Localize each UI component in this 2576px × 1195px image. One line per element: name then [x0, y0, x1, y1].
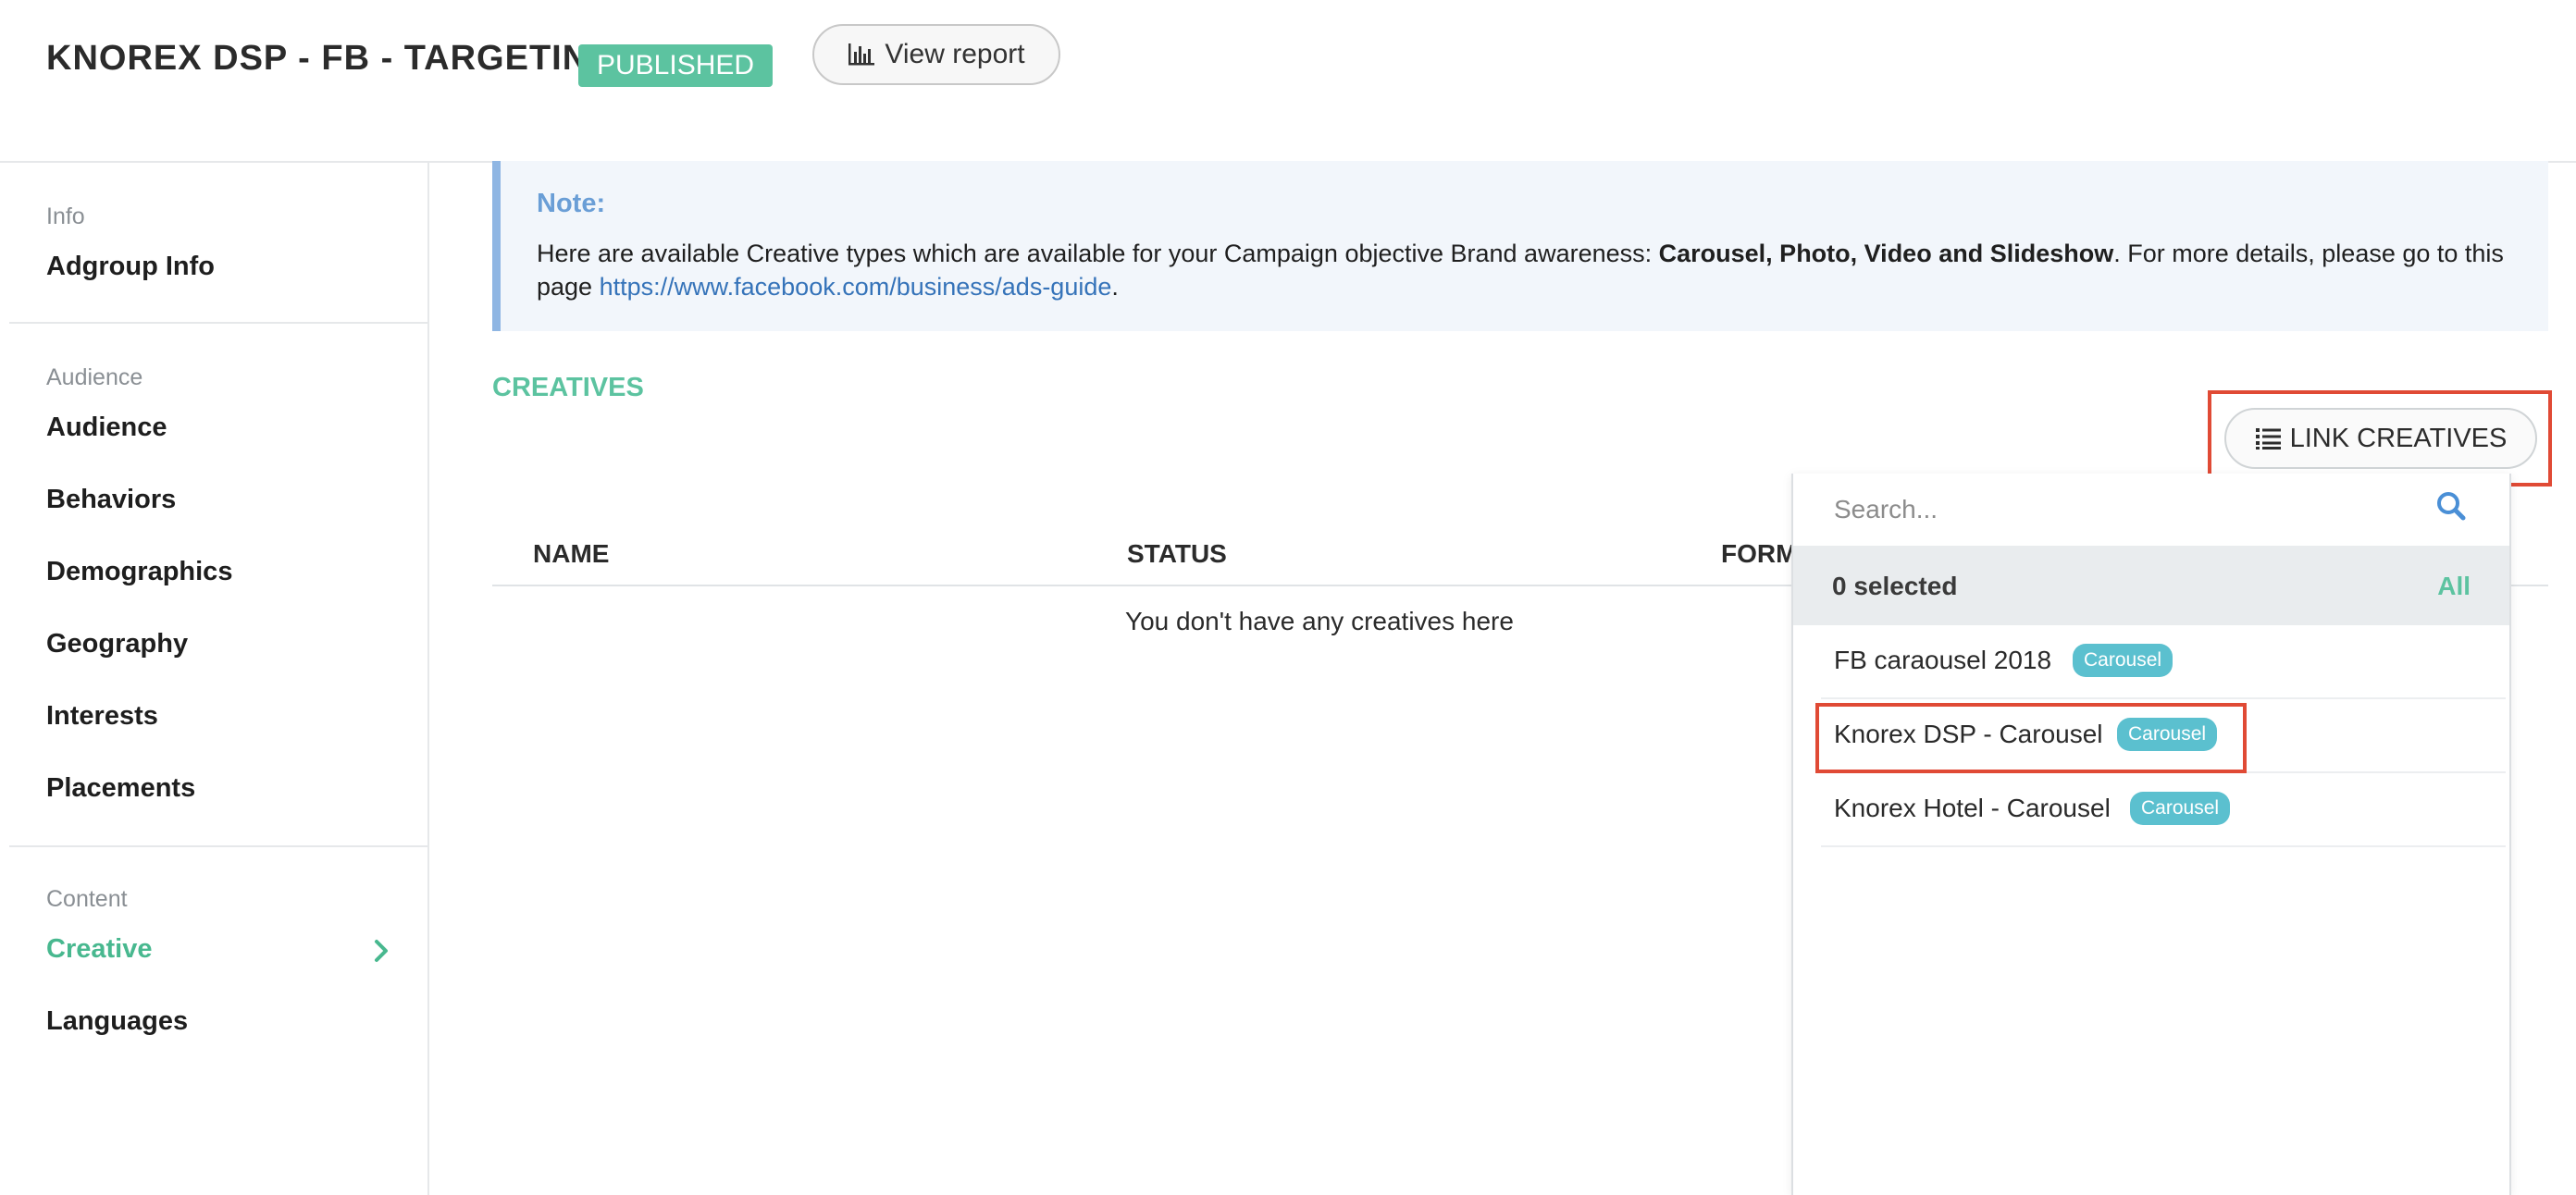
sidebar-section-label: Info: [46, 203, 85, 229]
note-title: Note:: [537, 189, 606, 218]
creative-option[interactable]: Knorex Hotel - Carousel Carousel: [1821, 773, 2506, 847]
ads-guide-link[interactable]: https://www.facebook.com/business/ads-gu…: [600, 273, 1112, 301]
column-header-status[interactable]: STATUS: [1127, 539, 1227, 569]
page-header: KNOREX DSP - FB - TARGETING PUBLISHED Vi…: [0, 0, 2576, 163]
empty-state-message: You don't have any creatives here: [1125, 607, 1514, 635]
sidebar-item-placements[interactable]: Placements: [46, 773, 195, 804]
sidebar-section-label: Content: [46, 886, 128, 912]
sidebar-section-label: Audience: [46, 364, 143, 390]
sidebar-item-creative[interactable]: Creative: [46, 934, 152, 965]
creative-type-tag: Carousel: [2130, 792, 2231, 825]
highlight-box-knorex-dsp-carousel: [1815, 703, 2247, 773]
sidebar-item-behaviors[interactable]: Behaviors: [46, 485, 176, 515]
sidebar-item-adgroup-info[interactable]: Adgroup Info: [46, 252, 215, 282]
note-text-end: .: [1111, 273, 1119, 301]
column-header-format[interactable]: FORM: [1721, 539, 1797, 569]
sidebar-section-info: Info Adgroup Info: [9, 163, 427, 322]
dropdown-search-bar: [1793, 474, 2509, 546]
view-report-label: View report: [885, 39, 1025, 69]
sidebar-item-demographics[interactable]: Demographics: [46, 557, 232, 587]
creatives-heading: CREATIVES: [492, 373, 644, 402]
sidebar-item-geography[interactable]: Geography: [46, 629, 188, 659]
select-all-button[interactable]: All: [2437, 572, 2471, 601]
note-creative-types: Carousel, Photo, Video and Slideshow: [1658, 240, 2114, 267]
selection-bar: 0 selected All: [1793, 546, 2509, 625]
note-callout: Note: Here are available Creative types …: [492, 161, 2548, 331]
search-icon[interactable]: [2435, 490, 2467, 522]
bar-chart-icon: [848, 43, 875, 66]
column-header-name[interactable]: NAME: [533, 539, 609, 569]
sidebar-item-interests[interactable]: Interests: [46, 701, 158, 732]
page-title: KNOREX DSP - FB - TARGETING: [46, 39, 617, 78]
sidebar: Info Adgroup Info Audience Audience Beha…: [9, 163, 429, 1195]
creative-type-tag: Carousel: [2073, 644, 2174, 677]
note-text-before: Here are available Creative types which …: [537, 240, 1659, 267]
sidebar-section-content: Content Creative Languages: [9, 845, 427, 1125]
chevron-right-icon: [375, 940, 388, 962]
sidebar-item-audience[interactable]: Audience: [46, 413, 167, 443]
link-creatives-dropdown: 0 selected All FB caraousel 2018 Carouse…: [1791, 474, 2511, 1195]
creative-option[interactable]: FB caraousel 2018 Carousel: [1821, 625, 2506, 699]
note-text: Here are available Creative types which …: [537, 237, 2517, 303]
highlight-box-link-creatives: [2208, 390, 2552, 487]
selected-count: 0 selected: [1832, 572, 1958, 600]
sidebar-item-languages[interactable]: Languages: [46, 1006, 188, 1037]
creative-option-name: FB caraousel 2018: [1834, 646, 2052, 674]
view-report-button[interactable]: View report: [812, 24, 1060, 85]
status-badge: PUBLISHED: [578, 44, 774, 87]
sidebar-section-audience: Audience Audience Behaviors Demographics…: [9, 322, 427, 847]
creative-option-name: Knorex Hotel - Carousel: [1834, 794, 2111, 822]
search-input[interactable]: [1832, 488, 2391, 531]
